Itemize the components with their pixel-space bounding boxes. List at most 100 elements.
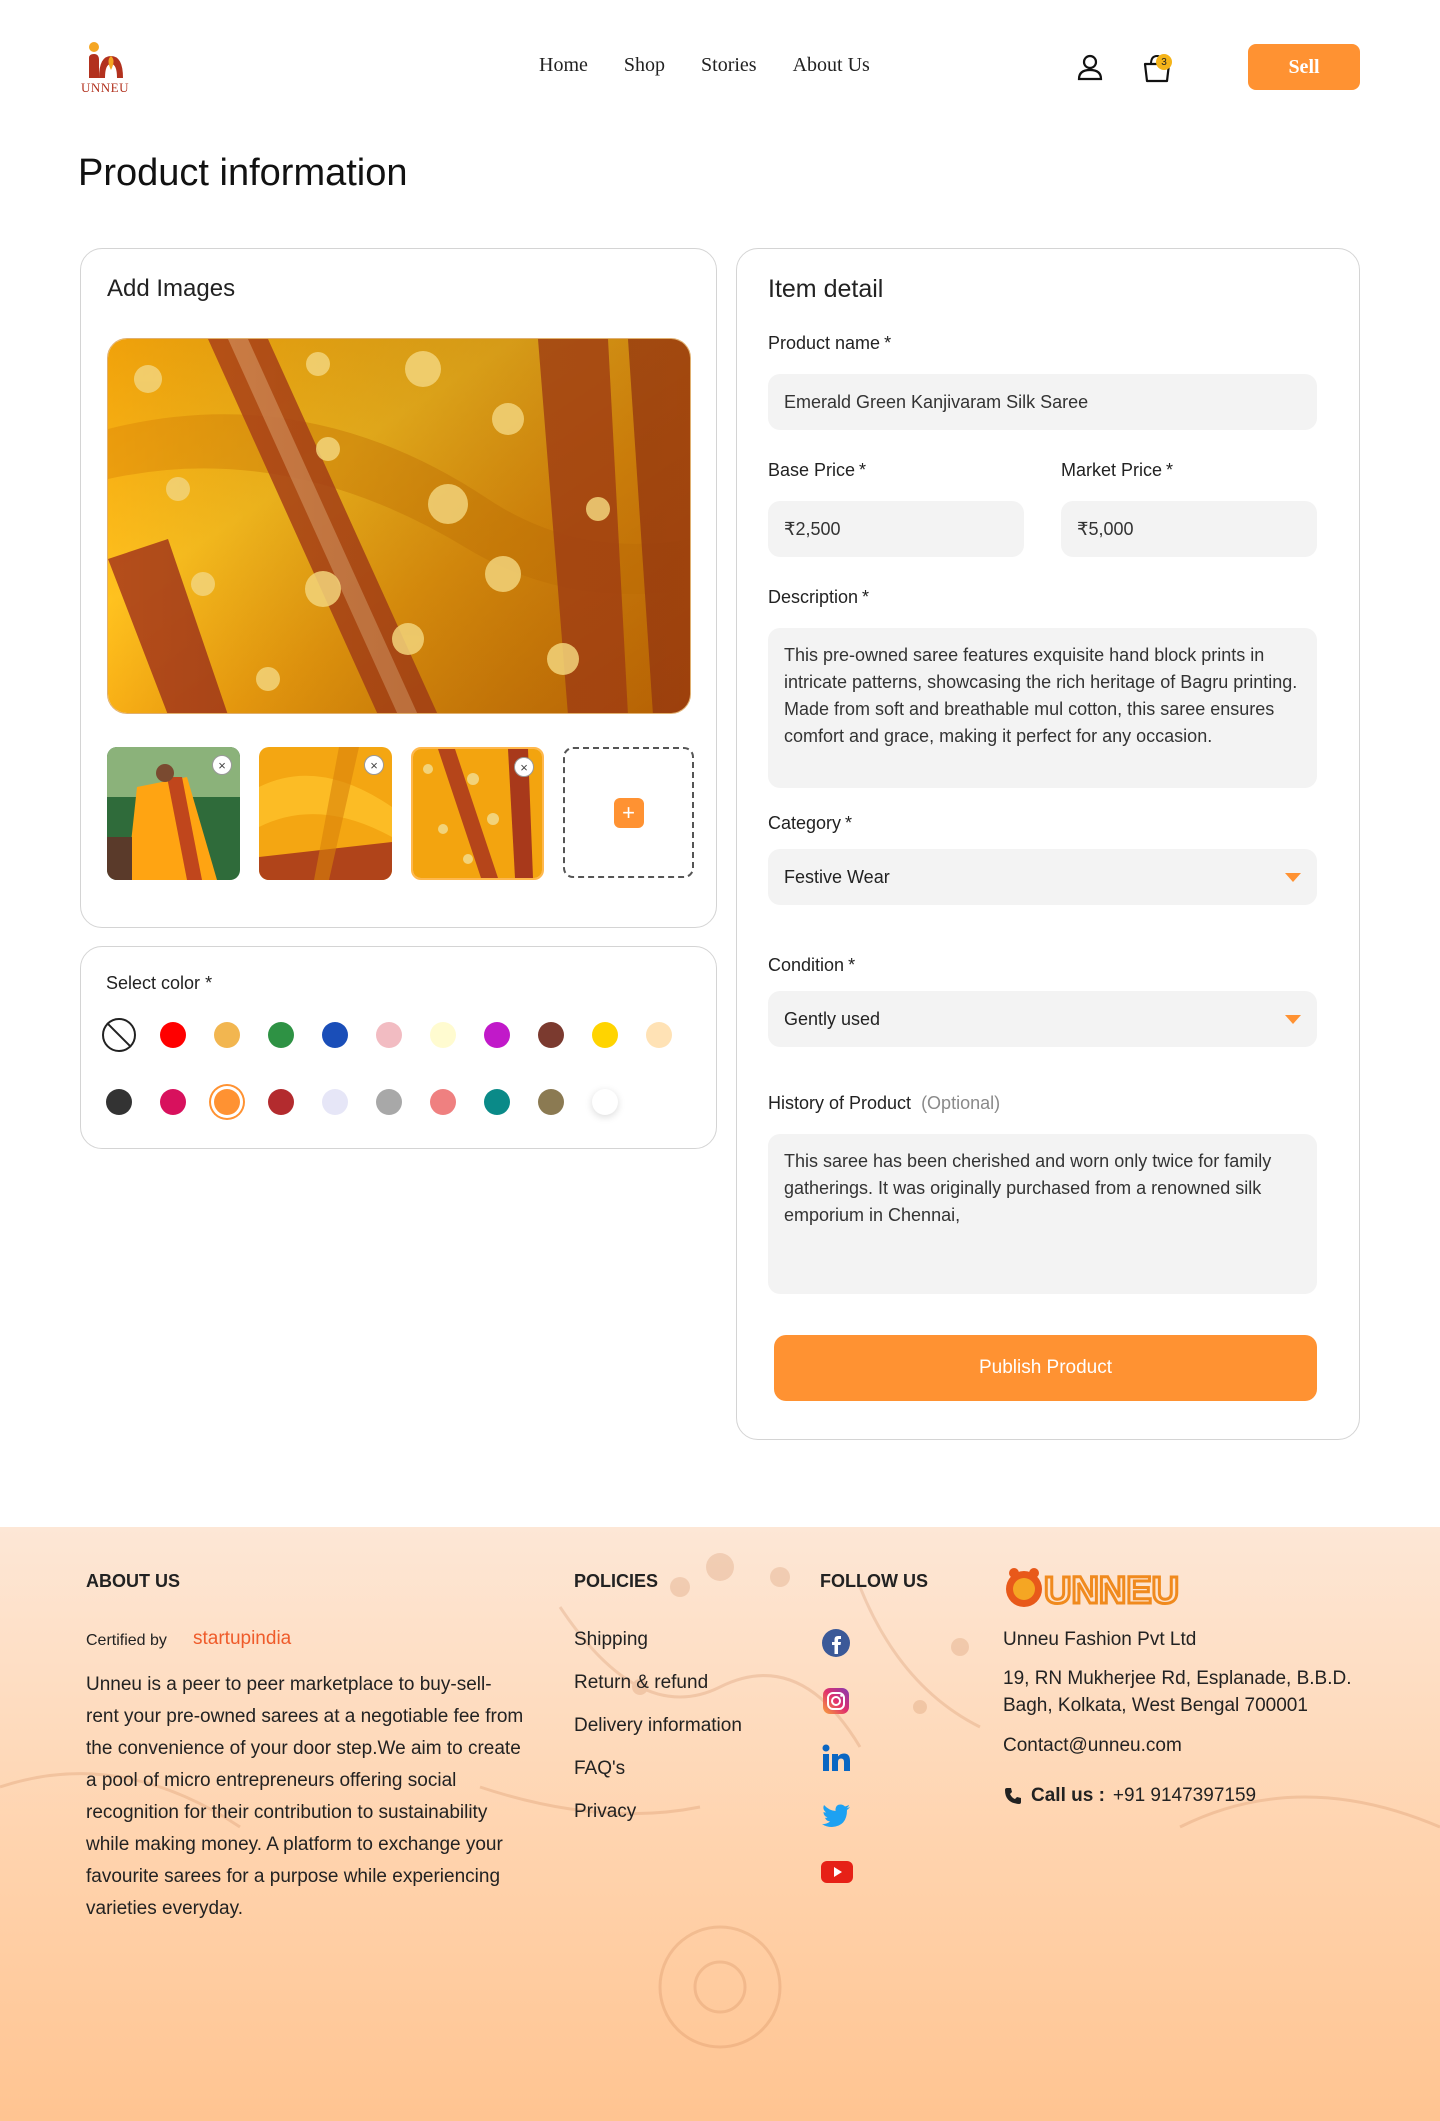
instagram-icon[interactable] bbox=[820, 1685, 852, 1717]
add-image-button[interactable]: + bbox=[563, 747, 694, 878]
nav-about-us[interactable]: About Us bbox=[793, 54, 870, 77]
policies-links: Shipping Return & refund Delivery inform… bbox=[574, 1629, 742, 1844]
color-swatch[interactable] bbox=[646, 1022, 672, 1048]
policy-link-privacy[interactable]: Privacy bbox=[574, 1801, 742, 1844]
color-slot bbox=[484, 1082, 538, 1122]
remove-image-1-icon[interactable]: × bbox=[212, 755, 232, 775]
facebook-icon[interactable] bbox=[820, 1627, 852, 1659]
chevron-down-icon bbox=[1285, 1014, 1301, 1024]
color-slot bbox=[592, 1082, 646, 1122]
company-name: Unneu Fashion Pvt Ltd bbox=[1003, 1629, 1197, 1650]
color-swatch[interactable] bbox=[592, 1022, 618, 1048]
color-slot bbox=[268, 1082, 322, 1122]
nav-shop[interactable]: Shop bbox=[624, 54, 665, 77]
base-price-field[interactable]: ₹2,500 bbox=[768, 501, 1024, 557]
description-label: Description * bbox=[768, 587, 870, 607]
color-swatch[interactable] bbox=[430, 1022, 456, 1048]
history-label: History of Product (Optional) bbox=[768, 1093, 1001, 1113]
color-swatch[interactable] bbox=[484, 1089, 510, 1115]
twitter-icon[interactable] bbox=[820, 1799, 852, 1831]
select-color-card: Select color * bbox=[80, 946, 717, 1149]
call-us-label: Call us : bbox=[1031, 1785, 1105, 1806]
certified-by-label: Certified by bbox=[86, 1632, 167, 1649]
color-swatch[interactable] bbox=[106, 1089, 132, 1115]
color-swatch[interactable] bbox=[376, 1089, 402, 1115]
color-slot bbox=[376, 1082, 430, 1122]
cart-count-badge: 3 bbox=[1156, 54, 1172, 70]
color-swatch[interactable] bbox=[430, 1089, 456, 1115]
color-swatch[interactable] bbox=[538, 1089, 564, 1115]
color-slot bbox=[538, 1082, 592, 1122]
color-slot bbox=[322, 1015, 376, 1055]
color-swatch[interactable] bbox=[538, 1022, 564, 1048]
color-slot bbox=[214, 1082, 268, 1122]
policy-link-return-refund[interactable]: Return & refund bbox=[574, 1672, 742, 1715]
color-swatch[interactable] bbox=[268, 1089, 294, 1115]
color-slot bbox=[268, 1015, 322, 1055]
call-us[interactable]: Call us : +91 9147397159 bbox=[1003, 1782, 1256, 1809]
main-product-image bbox=[107, 338, 691, 714]
color-row-2 bbox=[106, 1082, 646, 1122]
saree-image bbox=[108, 339, 690, 713]
market-price-field[interactable]: ₹5,000 bbox=[1061, 501, 1317, 557]
publish-product-button[interactable]: Publish Product bbox=[774, 1335, 1317, 1401]
base-price-label: Base Price * bbox=[768, 460, 867, 480]
thumbnail-1[interactable]: × bbox=[107, 747, 240, 880]
no-color-swatch[interactable] bbox=[102, 1018, 136, 1052]
condition-label: Condition * bbox=[768, 955, 856, 975]
remove-image-2-icon[interactable]: × bbox=[364, 755, 384, 775]
description-field[interactable]: This pre-owned saree features exquisite … bbox=[768, 628, 1317, 788]
policy-link-faqs[interactable]: FAQ's bbox=[574, 1758, 742, 1801]
startup-india-logo: startupindia bbox=[193, 1628, 292, 1649]
color-swatch[interactable] bbox=[376, 1022, 402, 1048]
color-swatch[interactable] bbox=[214, 1089, 240, 1115]
color-slot bbox=[430, 1015, 484, 1055]
color-slot bbox=[646, 1015, 700, 1055]
product-name-field[interactable]: Emerald Green Kanjivaram Silk Saree bbox=[768, 374, 1317, 430]
sell-button[interactable]: Sell bbox=[1248, 44, 1360, 90]
select-color-label: Select color * bbox=[106, 973, 213, 993]
user-icon[interactable] bbox=[1076, 53, 1104, 81]
image-thumbnails: × × × + bbox=[107, 747, 694, 880]
linkedin-icon[interactable] bbox=[820, 1742, 852, 1774]
color-swatch[interactable] bbox=[484, 1022, 510, 1048]
color-slot bbox=[592, 1015, 646, 1055]
logo-text: UNNEU bbox=[81, 80, 129, 95]
policy-link-delivery-information[interactable]: Delivery information bbox=[574, 1715, 742, 1758]
phone-icon bbox=[1005, 1787, 1021, 1804]
color-swatch[interactable] bbox=[322, 1022, 348, 1048]
unneu-brand-logo: UNNEU bbox=[1006, 1568, 1181, 1611]
remove-image-3-icon[interactable]: × bbox=[514, 757, 534, 777]
item-detail-card: Item detail Product name * Emerald Green … bbox=[736, 248, 1360, 1440]
color-slot bbox=[538, 1015, 592, 1055]
history-field[interactable]: This saree has been cherished and worn o… bbox=[768, 1134, 1317, 1294]
color-slot bbox=[322, 1082, 376, 1122]
color-slot bbox=[214, 1015, 268, 1055]
color-swatch[interactable] bbox=[160, 1022, 186, 1048]
color-swatch[interactable] bbox=[322, 1089, 348, 1115]
condition-value: Gently used bbox=[784, 1008, 881, 1029]
about-us-text: Unneu is a peer to peer marketplace to b… bbox=[86, 1674, 524, 1919]
chevron-down-icon bbox=[1285, 872, 1301, 882]
condition-select[interactable]: Gently used bbox=[768, 991, 1317, 1047]
unneu-logo[interactable]: UNNEU bbox=[78, 40, 132, 96]
category-select[interactable]: Festive Wear bbox=[768, 849, 1317, 905]
brand-logo-text: UNNEU bbox=[1044, 1570, 1179, 1611]
product-name-label: Product name * bbox=[768, 333, 892, 353]
thumbnail-3-selected[interactable]: × bbox=[411, 747, 544, 880]
color-swatch[interactable] bbox=[214, 1022, 240, 1048]
color-swatch[interactable] bbox=[592, 1089, 618, 1115]
policy-link-shipping[interactable]: Shipping bbox=[574, 1629, 742, 1672]
call-us-number: +91 9147397159 bbox=[1112, 1785, 1257, 1806]
color-slot bbox=[376, 1015, 430, 1055]
page-title: Product information bbox=[78, 152, 408, 194]
category-label: Category * bbox=[768, 813, 853, 833]
youtube-icon[interactable] bbox=[820, 1859, 854, 1885]
nav-stories[interactable]: Stories bbox=[701, 54, 757, 77]
category-value: Festive Wear bbox=[784, 866, 890, 887]
color-swatch[interactable] bbox=[268, 1022, 294, 1048]
color-swatch[interactable] bbox=[160, 1089, 186, 1115]
contact-email[interactable]: Contact@unneu.com bbox=[1003, 1732, 1182, 1759]
nav-home[interactable]: Home bbox=[539, 54, 588, 77]
thumbnail-2[interactable]: × bbox=[259, 747, 392, 880]
